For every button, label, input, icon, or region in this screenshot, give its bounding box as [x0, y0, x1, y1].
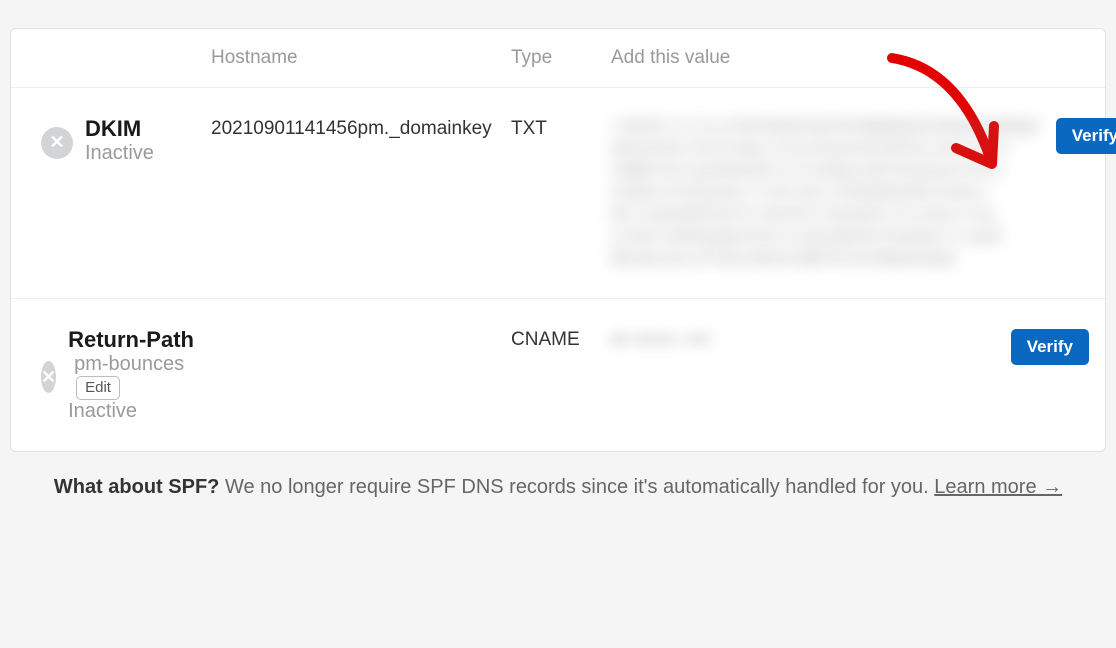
record-state: Inactive: [85, 142, 154, 165]
verify-button[interactable]: Verify: [1056, 118, 1116, 154]
header-value: Add this value: [611, 47, 1005, 69]
dns-records-card: Hostname Type Add this value ✕ DKIM Inac…: [10, 28, 1106, 452]
record-state: Inactive: [68, 400, 211, 423]
table-header: Hostname Type Add this value: [11, 29, 1105, 88]
record-type: CNAME: [511, 329, 611, 351]
spf-footnote: What about SPF? We no longer require SPF…: [0, 476, 1116, 499]
footnote-body: We no longer require SPF DNS records sin…: [225, 476, 934, 498]
redacted-value: pm.mtasv.net: [611, 332, 712, 348]
table-row-return-path: ✕ Return-Path pm-bounces Edit Inactive C…: [11, 299, 1105, 451]
table-row-dkim: ✕ DKIM Inactive 20210901141456pm._domain…: [11, 88, 1105, 299]
learn-more-link[interactable]: Learn more →: [934, 476, 1062, 498]
close-icon: ✕: [41, 127, 73, 159]
footnote-lead: What about SPF?: [54, 476, 220, 498]
record-name: Return-Path: [68, 327, 194, 352]
record-type: TXT: [511, 118, 611, 140]
edit-button[interactable]: Edit: [76, 376, 120, 400]
verify-button[interactable]: Verify: [1011, 329, 1089, 365]
record-hostname: 20210901141456pm._domainkey: [211, 118, 493, 140]
header-type: Type: [511, 47, 611, 69]
record-subdomain: pm-bounces: [74, 353, 184, 375]
header-hostname: Hostname: [211, 47, 511, 69]
record-name: DKIM: [85, 116, 154, 142]
redacted-value: v=DKIM1;k=rsa;p=MIGfMA0GCSqGSIb3DQEBAQUA…: [611, 116, 1040, 270]
close-icon: ✕: [41, 361, 56, 393]
